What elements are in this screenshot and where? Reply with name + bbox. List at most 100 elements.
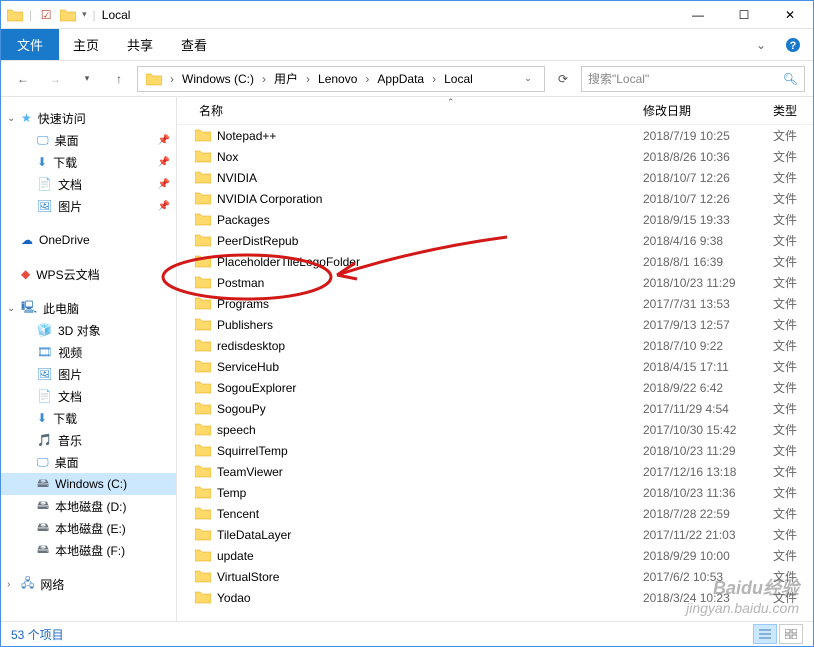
file-date: 2018/10/7 12:26 (643, 171, 773, 185)
column-type[interactable]: 类型 (773, 102, 813, 119)
breadcrumb-item[interactable]: 用户 (268, 67, 304, 91)
close-button[interactable]: ✕ (767, 1, 813, 29)
folder-icon (195, 192, 211, 205)
file-type: 文件 (773, 274, 813, 291)
chevron-right-icon[interactable]: › (7, 579, 10, 590)
nav-pc-item[interactable]: 🖴Windows (C:) (1, 473, 176, 495)
file-row[interactable]: Programs2017/7/31 13:53文件 (177, 293, 813, 314)
nav-pc-item[interactable]: 🎞视频 (1, 341, 176, 363)
view-icons-button[interactable] (779, 624, 803, 644)
drive-icon: 🖴 (37, 474, 49, 495)
file-row[interactable]: Postman2018/10/23 11:29文件 (177, 272, 813, 293)
file-row[interactable]: TileDataLayer2017/11/22 21:03文件 (177, 524, 813, 545)
nav-pc-item[interactable]: 🧊3D 对象 (1, 319, 176, 341)
breadcrumb-item[interactable]: Windows (C:) (176, 67, 260, 91)
file-type: 文件 (773, 190, 813, 207)
up-button[interactable]: ↑ (105, 65, 133, 93)
svg-text:?: ? (790, 40, 797, 52)
breadcrumb-item[interactable]: Lenovo (312, 67, 363, 91)
nav-quick-item[interactable]: ⬇下载📌 (1, 151, 176, 173)
nav-network[interactable]: › 🖧 网络 (1, 573, 176, 595)
nav-pc-item[interactable]: 🖴本地磁盘 (F:) (1, 539, 176, 561)
address-bar[interactable]: › Windows (C:) › 用户 › Lenovo › AppData ›… (137, 66, 545, 92)
chevron-down-icon[interactable]: ⌄ (7, 303, 15, 314)
chevron-right-icon[interactable]: › (430, 72, 438, 86)
chevron-right-icon[interactable]: › (168, 72, 176, 86)
column-name[interactable]: 名称 (195, 102, 643, 119)
nav-wps[interactable]: ◆ WPS云文档 (1, 263, 176, 285)
nav-quick-item[interactable]: 🖵桌面📌 (1, 129, 176, 151)
back-button[interactable]: ← (9, 65, 37, 93)
chevron-down-icon[interactable]: ⌄ (7, 113, 15, 124)
downloads-icon: ⬇ (37, 411, 47, 425)
nav-label: 文档 (58, 388, 82, 405)
qat-dropdown-icon[interactable]: ▾ (82, 9, 87, 20)
file-list[interactable]: Notepad++2018/7/19 10:25文件Nox2018/8/26 1… (177, 125, 813, 621)
file-row[interactable]: speech2017/10/30 15:42文件 (177, 419, 813, 440)
music-icon: 🎵 (37, 433, 52, 447)
refresh-button[interactable]: ⟳ (549, 65, 577, 93)
chevron-right-icon[interactable]: › (363, 72, 371, 86)
nav-label: 图片 (58, 366, 82, 383)
file-date: 2018/9/29 10:00 (643, 549, 773, 563)
column-date[interactable]: 修改日期 (643, 102, 773, 119)
nav-pc-item[interactable]: 📄文档 (1, 385, 176, 407)
file-row[interactable]: ServiceHub2018/4/15 17:11文件 (177, 356, 813, 377)
nav-quick-access[interactable]: ⌄ ★ 快速访问 (1, 107, 176, 129)
ribbon-collapse-icon[interactable]: ⌄ (749, 29, 773, 60)
file-row[interactable]: Tencent2018/7/28 22:59文件 (177, 503, 813, 524)
file-row[interactable]: TeamViewer2017/12/16 13:18文件 (177, 461, 813, 482)
file-row[interactable]: SogouPy2017/11/29 4:54文件 (177, 398, 813, 419)
file-tab[interactable]: 文件 (1, 29, 59, 60)
file-row[interactable]: VirtualStore2017/6/2 10:53文件 (177, 566, 813, 587)
file-row[interactable]: SquirrelTemp2018/10/23 11:29文件 (177, 440, 813, 461)
search-input[interactable]: 搜索"Local" 🔍︎ (581, 66, 805, 92)
chevron-right-icon[interactable]: › (260, 72, 268, 86)
file-row[interactable]: Notepad++2018/7/19 10:25文件 (177, 125, 813, 146)
file-row[interactable]: NVIDIA Corporation2018/10/7 12:26文件 (177, 188, 813, 209)
tab-share[interactable]: 共享 (113, 29, 167, 60)
title-bar: | ☑ ▾ | Local — ☐ ✕ (1, 1, 813, 29)
nav-quick-item[interactable]: 📄文档📌 (1, 173, 176, 195)
file-row[interactable]: Publishers2017/9/13 12:57文件 (177, 314, 813, 335)
file-row[interactable]: PeerDistRepub2018/4/16 9:38文件 (177, 230, 813, 251)
chevron-right-icon[interactable]: › (304, 72, 312, 86)
file-row[interactable]: Yodao2018/3/24 10:23文件 (177, 587, 813, 608)
file-row[interactable]: Nox2018/8/26 10:36文件 (177, 146, 813, 167)
file-date: 2018/10/23 11:29 (643, 444, 773, 458)
nav-pc-item[interactable]: ⬇下载 (1, 407, 176, 429)
tab-home[interactable]: 主页 (59, 29, 113, 60)
nav-this-pc[interactable]: ⌄ 🖳 此电脑 (1, 297, 176, 319)
nav-pc-item[interactable]: 🖴本地磁盘 (E:) (1, 517, 176, 539)
forward-button[interactable]: → (41, 65, 69, 93)
breadcrumb-root[interactable] (140, 67, 168, 91)
view-details-button[interactable] (753, 624, 777, 644)
navigation-pane[interactable]: ⌄ ★ 快速访问 🖵桌面📌⬇下载📌📄文档📌🖼图片📌 ☁ OneDrive ◆ W… (1, 97, 177, 621)
file-row[interactable]: NVIDIA2018/10/7 12:26文件 (177, 167, 813, 188)
nav-pc-item[interactable]: 🎵音乐 (1, 429, 176, 451)
file-row[interactable]: Temp2018/10/23 11:36文件 (177, 482, 813, 503)
checkmark-icon[interactable]: ☑ (38, 7, 54, 23)
file-name: Tencent (217, 507, 259, 521)
nav-pc-item[interactable]: 🖵桌面 (1, 451, 176, 473)
maximize-button[interactable]: ☐ (721, 1, 767, 29)
recent-dropdown-icon[interactable]: ▾ (73, 65, 101, 93)
file-row[interactable]: PlaceholderTileLogoFolder2018/8/1 16:39文… (177, 251, 813, 272)
file-row[interactable]: SogouExplorer2018/9/22 6:42文件 (177, 377, 813, 398)
file-row[interactable]: Packages2018/9/15 19:33文件 (177, 209, 813, 230)
nav-quick-item[interactable]: 🖼图片📌 (1, 195, 176, 217)
nav-pc-item[interactable]: 🖴本地磁盘 (D:) (1, 495, 176, 517)
minimize-button[interactable]: — (675, 1, 721, 29)
file-date: 2018/8/26 10:36 (643, 150, 773, 164)
breadcrumb-item[interactable]: AppData (371, 67, 430, 91)
breadcrumb-item[interactable]: Local (438, 67, 479, 91)
file-name: SogouPy (217, 402, 266, 416)
address-dropdown-icon[interactable]: ⌄ (514, 65, 542, 93)
folder-icon[interactable] (60, 7, 76, 23)
help-button[interactable]: ? (773, 29, 813, 60)
file-row[interactable]: redisdesktop2018/7/10 9:22文件 (177, 335, 813, 356)
nav-onedrive[interactable]: ☁ OneDrive (1, 229, 176, 251)
file-row[interactable]: update2018/9/29 10:00文件 (177, 545, 813, 566)
nav-pc-item[interactable]: 🖼图片 (1, 363, 176, 385)
tab-view[interactable]: 查看 (167, 29, 221, 60)
